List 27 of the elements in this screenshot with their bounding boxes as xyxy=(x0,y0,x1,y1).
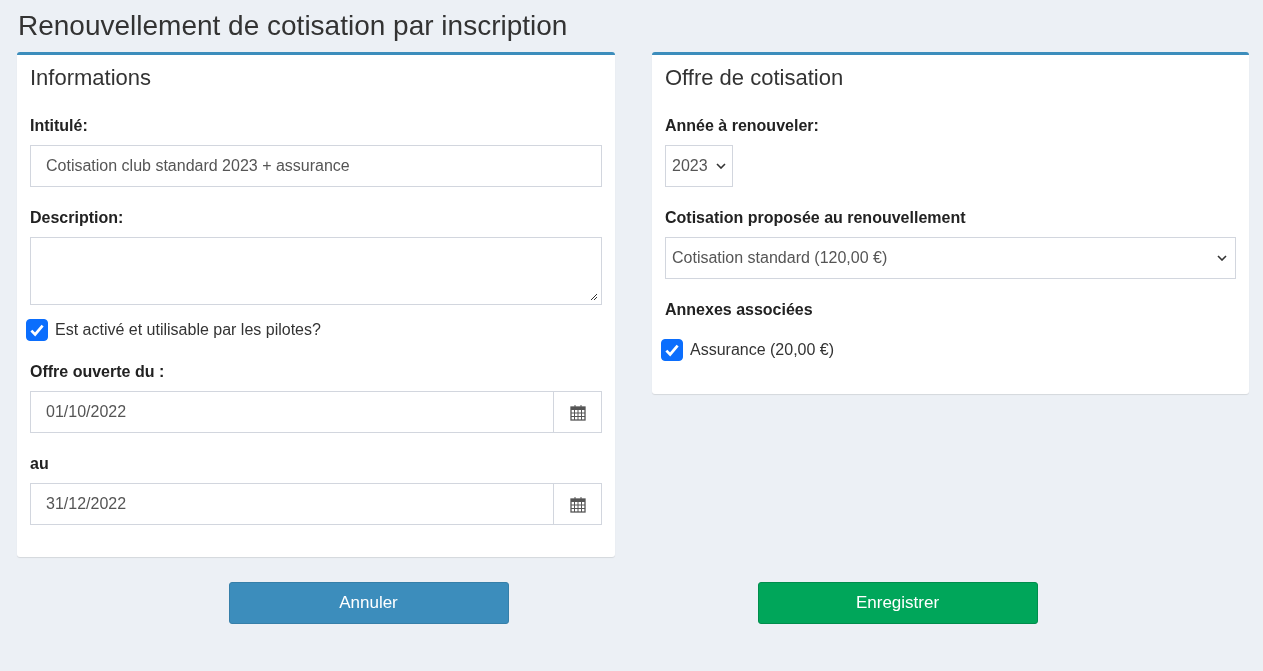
year-dropdown[interactable]: 2023 xyxy=(665,145,733,187)
checkbox-label: Assurance (20,00 €) xyxy=(690,341,835,359)
resize-grip-icon[interactable] xyxy=(590,293,598,301)
field-label: au xyxy=(30,455,49,473)
panel-heading: Informations xyxy=(30,65,152,91)
calendar-icon xyxy=(569,403,586,421)
calendar-button[interactable] xyxy=(554,483,602,525)
calendar-icon xyxy=(569,495,586,513)
chevron-icon xyxy=(1217,255,1227,261)
page-title: Renouvellement de cotisation par inscription xyxy=(17,9,569,43)
chevron-icon xyxy=(716,163,726,169)
checkbox-label: Est activé et utilisable par les pilotes? xyxy=(55,321,321,339)
date-input-field[interactable]: 31/12/2022 xyxy=(30,483,554,525)
field-label: Année à renouveler: xyxy=(665,117,819,135)
panel-heading: Offre de cotisation xyxy=(665,65,844,91)
field-label: Description: xyxy=(30,209,124,227)
calendar-button[interactable] xyxy=(554,391,602,433)
date-input-field[interactable]: 01/10/2022 xyxy=(30,391,554,433)
field-label: Offre ouverte du : xyxy=(30,363,165,381)
active-checkbox[interactable] xyxy=(26,319,48,341)
field-label: Cotisation proposée au renouvellement xyxy=(665,209,966,227)
annex-checkbox[interactable] xyxy=(661,339,683,361)
field-label: Annexes associées xyxy=(665,301,813,319)
title-input-field[interactable]: Cotisation club standard 2023 + assurance xyxy=(30,145,602,187)
membership-dropdown[interactable]: Cotisation standard (120,00 €) xyxy=(665,237,1236,279)
cancel-button[interactable]: Annuler xyxy=(228,582,509,624)
field-label: Intitulé: xyxy=(30,117,88,135)
